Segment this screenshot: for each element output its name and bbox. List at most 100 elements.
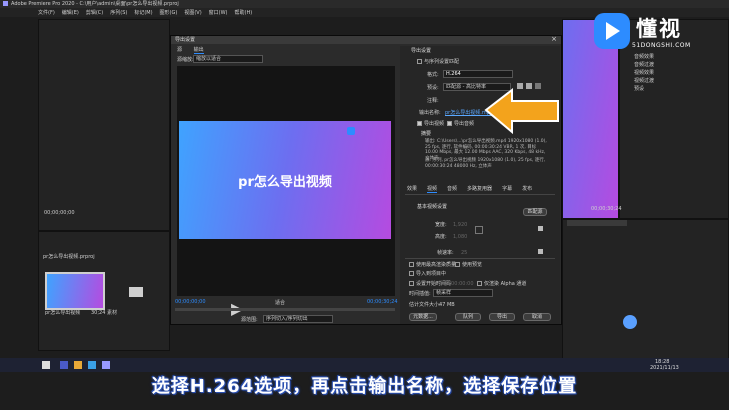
format-label: 格式: [427, 72, 439, 78]
export-settings-header: 导出设置 [411, 48, 432, 54]
basic-video-header: 基本视频设置 [417, 204, 448, 210]
cancel-button[interactable]: 取消 [523, 313, 551, 321]
source-timecode: 00;00;00;00 [44, 210, 75, 216]
sequence-duration: 30;24 [91, 310, 106, 316]
export-audio-checkbox[interactable]: 导出音频 [447, 121, 474, 127]
annotation-arrow [484, 87, 559, 135]
tab-source[interactable]: 源 [177, 47, 182, 53]
output-name-label: 输出名称: [419, 110, 441, 116]
timeline-panel[interactable]: 00;00;30;24 [562, 206, 729, 359]
premiere-taskbar-icon[interactable] [102, 361, 110, 369]
format-dropdown[interactable]: H.264 [443, 70, 513, 78]
play-icon[interactable]: ▶ [231, 299, 243, 318]
preview-title: pr怎么导出视频 [238, 175, 332, 190]
match-sequence-checkbox[interactable]: 与序列设置匹配 [417, 59, 459, 65]
window-title: Adobe Premiere Pro 2020 - C:\用户\admin\桌面… [11, 1, 179, 7]
tab-settings-1[interactable]: 视频 [427, 186, 438, 193]
menu-item[interactable]: 标记(M) [134, 10, 152, 16]
menu-item[interactable]: 剪辑(C) [86, 10, 103, 16]
frame-rate-value[interactable]: 25 [461, 250, 467, 256]
framerate-override-checkbox[interactable] [538, 249, 543, 254]
metadata-button[interactable]: 元数据... [409, 313, 437, 321]
tab-settings-5[interactable]: 发布 [522, 186, 532, 192]
tab-output[interactable]: 输出 [193, 47, 204, 54]
sequence-name: pr怎么导出视频 [45, 310, 81, 316]
menu-item[interactable]: 视图(V) [184, 10, 201, 16]
preset-value: 匹配源 - 高比特率 [446, 84, 486, 90]
menu-item[interactable]: 序列(S) [110, 10, 127, 16]
effects-folder-item[interactable]: 视频过渡 [634, 78, 654, 84]
frame-rate-label: 帧速率: [437, 250, 454, 256]
watermark-url: 51DONGSHI.COM [632, 42, 691, 49]
menu-item[interactable]: 窗口(W) [209, 10, 228, 16]
source-scaling-value: 缩放以适合 [196, 56, 222, 62]
menu-item[interactable]: 文件(F) [38, 10, 55, 16]
tab-settings-2[interactable]: 音频 [447, 186, 457, 192]
start-timecode-value[interactable]: 00:00:00:00 [443, 281, 474, 287]
height-value[interactable]: 1,080 [453, 234, 467, 240]
effects-panel[interactable]: 音频效果音频过渡视频效果视频过渡预设 [619, 19, 729, 219]
menu-item[interactable]: 编辑(E) [62, 10, 79, 16]
app-title-bar: Adobe Premiere Pro 2020 - C:\用户\admin\桌面… [0, 0, 729, 8]
export-video-checkbox[interactable]: 导出视频 [417, 121, 444, 127]
settings-divider [405, 258, 555, 259]
range-start-timecode: 00;00;00;00 [175, 299, 206, 305]
interpolation-label: 时间插值: [409, 291, 431, 297]
comments-label: 注释: [427, 98, 439, 104]
tutorial-caption: 选择H.264选项，再点击输出名称，选择保存位置 [151, 376, 578, 397]
dialog-title-bar: 导出设置 × [171, 36, 561, 44]
match-source-button[interactable]: 匹配源 [523, 208, 547, 216]
summary-source: 源: 序列, pr怎么导出视频 1920x1080 (1.0), 25 fps,… [425, 158, 546, 169]
render-alpha-checkbox[interactable]: 仅渲染 Alpha 通道 [477, 281, 526, 287]
taskbar-date: 2021/11/13 [650, 365, 679, 371]
start-icon[interactable] [42, 361, 50, 369]
source-monitor-panel: 00;00;00;00 [38, 19, 170, 231]
program-timecode: 00;00;30;24 [591, 206, 622, 212]
export-preview: pr怎么导出视频 [179, 121, 391, 239]
menu-item[interactable]: 图形(G) [160, 10, 178, 16]
format-value: H.264 [446, 71, 461, 77]
use-previews-checkbox[interactable]: 使用预览 [455, 262, 482, 268]
floating-button[interactable] [623, 315, 637, 329]
project-panel[interactable]: pr怎么导出视频.prproj pr怎么导出视频 30;24 素材 [38, 231, 170, 351]
project-file-name: pr怎么导出视频.prproj [43, 254, 95, 260]
preset-label: 预设: [427, 85, 439, 91]
width-value[interactable]: 1,920 [453, 222, 467, 228]
height-label: 高度: [435, 234, 447, 240]
tab-settings-0[interactable]: 效果 [407, 186, 417, 192]
dialog-title: 导出设置 [175, 37, 196, 43]
premiere-icon [3, 1, 8, 6]
taskbar-app-icon[interactable] [60, 361, 68, 369]
effects-folder-item[interactable]: 预设 [634, 86, 654, 92]
source-scaling-dropdown[interactable]: 缩放以适合 [193, 55, 263, 63]
tab-settings-4[interactable]: 字幕 [502, 186, 512, 192]
menu-item[interactable]: 帮助(H) [235, 10, 253, 16]
windows-taskbar: 18:28 2021/11/13 [0, 358, 729, 372]
browser-icon[interactable] [88, 361, 96, 369]
range-scrubber[interactable] [175, 308, 395, 311]
source-range-dropdown[interactable]: 序列切入/序列切出 [263, 315, 333, 323]
effects-folder-item[interactable]: 音频效果 [634, 54, 654, 60]
width-label: 宽度: [435, 222, 447, 228]
media-bin-label: 素材 [107, 310, 118, 316]
summary-header: 摘要 [421, 131, 432, 137]
timeline-ruler[interactable] [567, 220, 627, 226]
source-scaling-label: 源缩放: [177, 57, 194, 63]
effects-folder-item[interactable]: 音频过渡 [634, 62, 654, 68]
sequence-thumbnail[interactable] [45, 272, 105, 310]
export-settings-dialog: 导出设置 × 源 输出 源缩放: 缩放以适合 pr怎么导出视频 00;00;00… [170, 35, 562, 325]
source-range-value: 序列切入/序列切出 [266, 316, 308, 322]
export-button[interactable]: 导出 [489, 313, 515, 321]
effects-folder-item[interactable]: 视频效果 [634, 70, 654, 76]
import-into-project-checkbox[interactable]: 导入到项目中 [409, 271, 446, 277]
queue-button[interactable]: 队列 [455, 313, 481, 321]
interpolation-dropdown[interactable]: 帧采样 [433, 289, 493, 297]
explorer-icon[interactable] [74, 361, 82, 369]
link-icon[interactable] [475, 226, 483, 234]
fit-dropdown[interactable]: 适合 [275, 300, 285, 306]
folder-icon[interactable] [129, 287, 143, 297]
close-icon[interactable]: × [551, 36, 557, 43]
tab-settings-3[interactable]: 多路复用器 [467, 186, 492, 192]
width-override-checkbox[interactable] [538, 226, 543, 231]
max-render-quality-checkbox[interactable]: 使用最高渲染质量 [409, 262, 456, 268]
